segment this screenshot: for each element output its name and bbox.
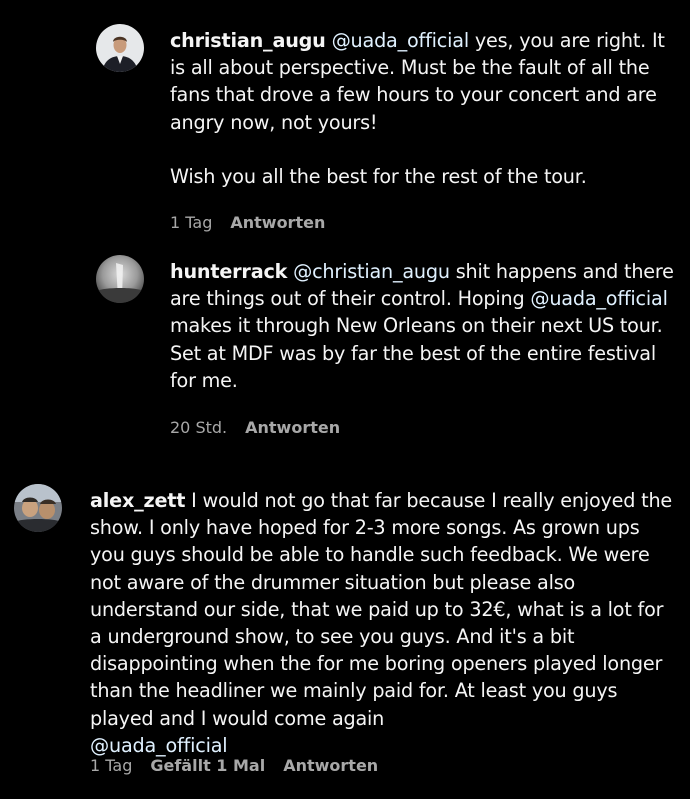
- comment-meta: 1 Tag Gefällt 1 Mal Antworten: [90, 756, 378, 775]
- avatar[interactable]: [96, 24, 144, 72]
- comment-text: hunterrack @christian_augu shit happens …: [170, 258, 680, 394]
- profile-photo-icon: [14, 484, 62, 532]
- reply-button[interactable]: Antworten: [245, 418, 340, 437]
- comment-text: alex_zett I would not go that far becaus…: [90, 487, 680, 759]
- comment-username[interactable]: alex_zett: [90, 489, 185, 512]
- reply-button[interactable]: Antworten: [230, 213, 325, 232]
- comment-meta: 1 Tag Antworten: [170, 213, 325, 232]
- comment-username[interactable]: hunterrack: [170, 260, 287, 283]
- comment-body: makes it through New Orleans on their ne…: [170, 314, 663, 392]
- comment-text: christian_augu @uada_official yes, you a…: [170, 27, 680, 190]
- comment-body: yes, you are right. It is all about pers…: [170, 29, 665, 189]
- mention-link[interactable]: @uada_official: [90, 734, 228, 757]
- comment-meta: 20 Std. Antworten: [170, 418, 340, 437]
- reply-button[interactable]: Antworten: [283, 756, 378, 775]
- avatar[interactable]: [14, 484, 62, 532]
- comment-timestamp[interactable]: 1 Tag: [170, 213, 212, 232]
- profile-photo-icon: [96, 255, 144, 303]
- likes-count[interactable]: Gefällt 1 Mal: [150, 756, 265, 775]
- comment-username[interactable]: christian_augu: [170, 29, 326, 52]
- comment-timestamp[interactable]: 20 Std.: [170, 418, 227, 437]
- comment-body: I would not go that far because I really…: [90, 489, 673, 730]
- mention-link[interactable]: @uada_official: [332, 29, 470, 52]
- mention-link[interactable]: @christian_augu: [293, 260, 450, 283]
- comment-timestamp[interactable]: 1 Tag: [90, 756, 132, 775]
- mention-link[interactable]: @uada_official: [530, 287, 668, 310]
- avatar[interactable]: [96, 255, 144, 303]
- profile-photo-icon: [96, 24, 144, 72]
